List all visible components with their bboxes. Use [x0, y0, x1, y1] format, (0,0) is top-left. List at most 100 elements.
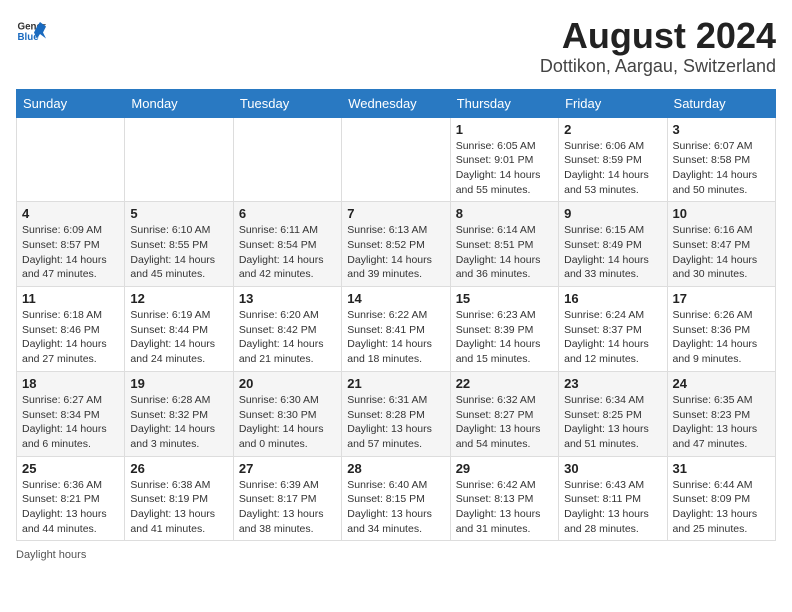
day-info: Sunrise: 6:30 AMSunset: 8:30 PMDaylight:… — [239, 393, 336, 452]
day-info: Sunrise: 6:31 AMSunset: 8:28 PMDaylight:… — [347, 393, 444, 452]
calendar-cell: 20 Sunrise: 6:30 AMSunset: 8:30 PMDayligh… — [233, 371, 341, 456]
day-number: 25 — [22, 461, 119, 476]
day-info: Sunrise: 6:26 AMSunset: 8:36 PMDaylight:… — [673, 308, 770, 367]
column-header-sunday: Sunday — [17, 89, 125, 117]
footer-daylight: Daylight hours — [16, 549, 776, 561]
calendar-cell: 2Sunrise: 6:06 AMSunset: 8:59 PMDaylight… — [559, 117, 667, 202]
day-info: Sunrise: 6:27 AMSunset: 8:34 PMDaylight:… — [22, 393, 119, 452]
day-number: 10 — [673, 206, 770, 221]
calendar-cell: 6 Sunrise: 6:11 AMSunset: 8:54 PMDaylight… — [233, 202, 341, 287]
day-info: Sunrise: 6:18 AMSunset: 8:46 PMDaylight:… — [22, 308, 119, 367]
column-header-saturday: Saturday — [667, 89, 775, 117]
day-info: Sunrise: 6:13 AMSunset: 8:52 PMDaylight:… — [347, 223, 444, 282]
calendar-cell: 14Sunrise: 6:22 AMSunset: 8:41 PMDayligh… — [342, 287, 450, 372]
calendar-week-row: 25Sunrise: 6:36 AMSunset: 8:21 PMDayligh… — [17, 456, 776, 541]
calendar-cell: 19 Sunrise: 6:28 AMSunset: 8:32 PMDayligh… — [125, 371, 233, 456]
calendar-cell: 29 Sunrise: 6:42 AMSunset: 8:13 PMDayligh… — [450, 456, 558, 541]
calendar-cell: 8 Sunrise: 6:14 AMSunset: 8:51 PMDaylight… — [450, 202, 558, 287]
calendar-cell: 9 Sunrise: 6:15 AMSunset: 8:49 PMDaylight… — [559, 202, 667, 287]
day-number: 24 — [673, 376, 770, 391]
column-header-thursday: Thursday — [450, 89, 558, 117]
day-number: 19 — [130, 376, 227, 391]
calendar-week-row: 11 Sunrise: 6:18 AMSunset: 8:46 PMDayligh… — [17, 287, 776, 372]
day-info: Sunrise: 6:32 AMSunset: 8:27 PMDaylight:… — [456, 393, 553, 452]
day-info: Sunrise: 6:22 AMSunset: 8:41 PMDaylight:… — [347, 308, 444, 367]
day-number: 7 — [347, 206, 444, 221]
day-number: 28 — [347, 461, 444, 476]
day-info: Sunrise: 6:40 AMSunset: 8:15 PMDaylight:… — [347, 478, 444, 537]
calendar-cell: 1 Sunrise: 6:05 AMSunset: 9:01 PMDaylight… — [450, 117, 558, 202]
calendar-cell: 3Sunrise: 6:07 AMSunset: 8:58 PMDaylight… — [667, 117, 775, 202]
day-number: 9 — [564, 206, 661, 221]
day-info: Sunrise: 6:15 AMSunset: 8:49 PMDaylight:… — [564, 223, 661, 282]
day-info: Sunrise: 6:24 AMSunset: 8:37 PMDaylight:… — [564, 308, 661, 367]
day-info: Sunrise: 6:20 AMSunset: 8:42 PMDaylight:… — [239, 308, 336, 367]
day-number: 27 — [239, 461, 336, 476]
calendar-cell — [17, 117, 125, 202]
calendar-cell: 17 Sunrise: 6:26 AMSunset: 8:36 PMDayligh… — [667, 287, 775, 372]
calendar-cell: 10Sunrise: 6:16 AMSunset: 8:47 PMDayligh… — [667, 202, 775, 287]
logo-icon: General Blue — [16, 16, 46, 46]
calendar-cell: 7 Sunrise: 6:13 AMSunset: 8:52 PMDaylight… — [342, 202, 450, 287]
column-header-tuesday: Tuesday — [233, 89, 341, 117]
day-info: Sunrise: 6:42 AMSunset: 8:13 PMDaylight:… — [456, 478, 553, 537]
day-info: Sunrise: 6:19 AMSunset: 8:44 PMDaylight:… — [130, 308, 227, 367]
day-info: Sunrise: 6:06 AMSunset: 8:59 PMDaylight:… — [564, 139, 661, 198]
calendar-cell: 12 Sunrise: 6:19 AMSunset: 8:44 PMDayligh… — [125, 287, 233, 372]
day-number: 21 — [347, 376, 444, 391]
day-number: 13 — [239, 291, 336, 306]
day-number: 23 — [564, 376, 661, 391]
calendar-cell: 5 Sunrise: 6:10 AMSunset: 8:55 PMDaylight… — [125, 202, 233, 287]
day-number: 6 — [239, 206, 336, 221]
day-info: Sunrise: 6:34 AMSunset: 8:25 PMDaylight:… — [564, 393, 661, 452]
calendar-cell: 28 Sunrise: 6:40 AMSunset: 8:15 PMDayligh… — [342, 456, 450, 541]
day-number: 11 — [22, 291, 119, 306]
column-header-friday: Friday — [559, 89, 667, 117]
calendar-cell: 11 Sunrise: 6:18 AMSunset: 8:46 PMDayligh… — [17, 287, 125, 372]
day-number: 20 — [239, 376, 336, 391]
calendar-cell: 15 Sunrise: 6:23 AMSunset: 8:39 PMDayligh… — [450, 287, 558, 372]
day-info: Sunrise: 6:11 AMSunset: 8:54 PMDaylight:… — [239, 223, 336, 282]
calendar-cell: 13 Sunrise: 6:20 AMSunset: 8:42 PMDayligh… — [233, 287, 341, 372]
calendar-week-row: 4Sunrise: 6:09 AMSunset: 8:57 PMDaylight… — [17, 202, 776, 287]
subtitle: Dottikon, Aargau, Switzerland — [540, 56, 776, 77]
calendar-cell — [233, 117, 341, 202]
calendar-cell: 18Sunrise: 6:27 AMSunset: 8:34 PMDayligh… — [17, 371, 125, 456]
calendar-cell: 31Sunrise: 6:44 AMSunset: 8:09 PMDayligh… — [667, 456, 775, 541]
calendar-cell: 30Sunrise: 6:43 AMSunset: 8:11 PMDayligh… — [559, 456, 667, 541]
day-info: Sunrise: 6:35 AMSunset: 8:23 PMDaylight:… — [673, 393, 770, 452]
day-info: Sunrise: 6:28 AMSunset: 8:32 PMDaylight:… — [130, 393, 227, 452]
calendar-cell: 23 Sunrise: 6:34 AMSunset: 8:25 PMDayligh… — [559, 371, 667, 456]
calendar-cell: 26Sunrise: 6:38 AMSunset: 8:19 PMDayligh… — [125, 456, 233, 541]
day-info: Sunrise: 6:14 AMSunset: 8:51 PMDaylight:… — [456, 223, 553, 282]
page-header: General Blue General Blue August 2024 Do… — [16, 16, 776, 77]
day-number: 31 — [673, 461, 770, 476]
day-number: 26 — [130, 461, 227, 476]
day-number: 5 — [130, 206, 227, 221]
calendar-header-row: SundayMondayTuesdayWednesdayThursdayFrid… — [17, 89, 776, 117]
day-info: Sunrise: 6:05 AMSunset: 9:01 PMDaylight:… — [456, 139, 553, 198]
day-number: 29 — [456, 461, 553, 476]
day-info: Sunrise: 6:09 AMSunset: 8:57 PMDaylight:… — [22, 223, 119, 282]
logo: General Blue General Blue — [16, 16, 46, 46]
calendar-cell: 22 Sunrise: 6:32 AMSunset: 8:27 PMDayligh… — [450, 371, 558, 456]
day-number: 22 — [456, 376, 553, 391]
day-number: 15 — [456, 291, 553, 306]
calendar-cell — [342, 117, 450, 202]
column-header-monday: Monday — [125, 89, 233, 117]
day-info: Sunrise: 6:10 AMSunset: 8:55 PMDaylight:… — [130, 223, 227, 282]
title-section: August 2024 Dottikon, Aargau, Switzerlan… — [540, 16, 776, 77]
calendar-week-row: 1 Sunrise: 6:05 AMSunset: 9:01 PMDaylight… — [17, 117, 776, 202]
day-number: 30 — [564, 461, 661, 476]
calendar-cell: 16Sunrise: 6:24 AMSunset: 8:37 PMDayligh… — [559, 287, 667, 372]
calendar-cell: 25Sunrise: 6:36 AMSunset: 8:21 PMDayligh… — [17, 456, 125, 541]
day-number: 8 — [456, 206, 553, 221]
day-number: 1 — [456, 122, 553, 137]
day-info: Sunrise: 6:39 AMSunset: 8:17 PMDaylight:… — [239, 478, 336, 537]
day-info: Sunrise: 6:23 AMSunset: 8:39 PMDaylight:… — [456, 308, 553, 367]
calendar-table: SundayMondayTuesdayWednesdayThursdayFrid… — [16, 89, 776, 542]
day-number: 17 — [673, 291, 770, 306]
column-header-wednesday: Wednesday — [342, 89, 450, 117]
calendar-cell: 27 Sunrise: 6:39 AMSunset: 8:17 PMDayligh… — [233, 456, 341, 541]
day-number: 12 — [130, 291, 227, 306]
